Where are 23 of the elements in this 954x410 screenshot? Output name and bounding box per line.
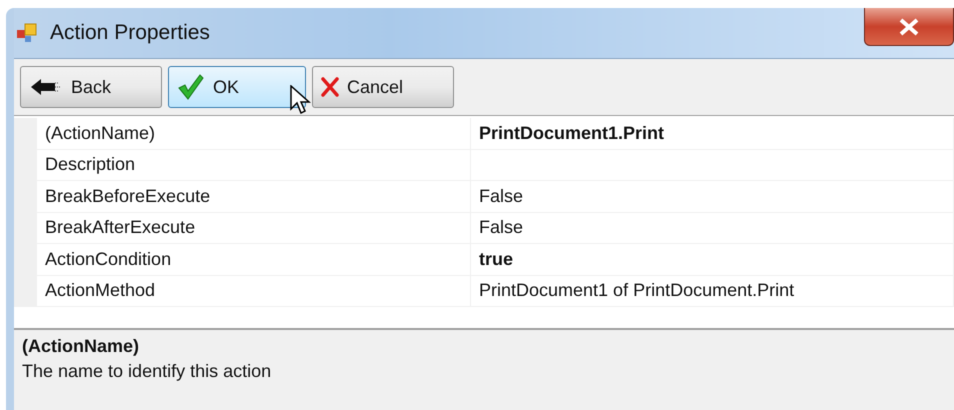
cross-icon	[321, 77, 339, 97]
toolbar-button[interactable]: OK	[168, 66, 306, 108]
property-name[interactable]: BreakAfterExecute	[37, 212, 471, 244]
property-value[interactable]: true	[471, 244, 954, 276]
property-name[interactable]: (ActionName)	[37, 118, 471, 150]
checkmark-icon	[177, 74, 205, 100]
toolbar-button[interactable]: Back	[20, 66, 162, 108]
close-button[interactable]	[864, 8, 954, 46]
property-name[interactable]: ActionMethod	[37, 276, 471, 307]
property-value[interactable]: PrintDocument1 of PrintDocument.Print	[471, 276, 954, 307]
toolbar-button[interactable]: Cancel	[312, 66, 454, 108]
help-description: The name to identify this action	[22, 361, 272, 382]
help-title: (ActionName)	[22, 336, 140, 357]
property-value[interactable]: False	[471, 181, 954, 212]
arrow-left-icon	[29, 77, 63, 97]
property-name[interactable]: BreakBeforeExecute	[37, 181, 471, 212]
property-name[interactable]: Description	[37, 150, 471, 181]
window-title: Action Properties	[50, 21, 210, 45]
property-name[interactable]: ActionCondition	[37, 244, 471, 276]
close-icon	[898, 18, 920, 36]
property-value[interactable]: False	[471, 212, 954, 244]
property-value[interactable]: PrintDocument1.Print	[471, 118, 954, 150]
mouse-pointer-icon	[290, 85, 312, 115]
